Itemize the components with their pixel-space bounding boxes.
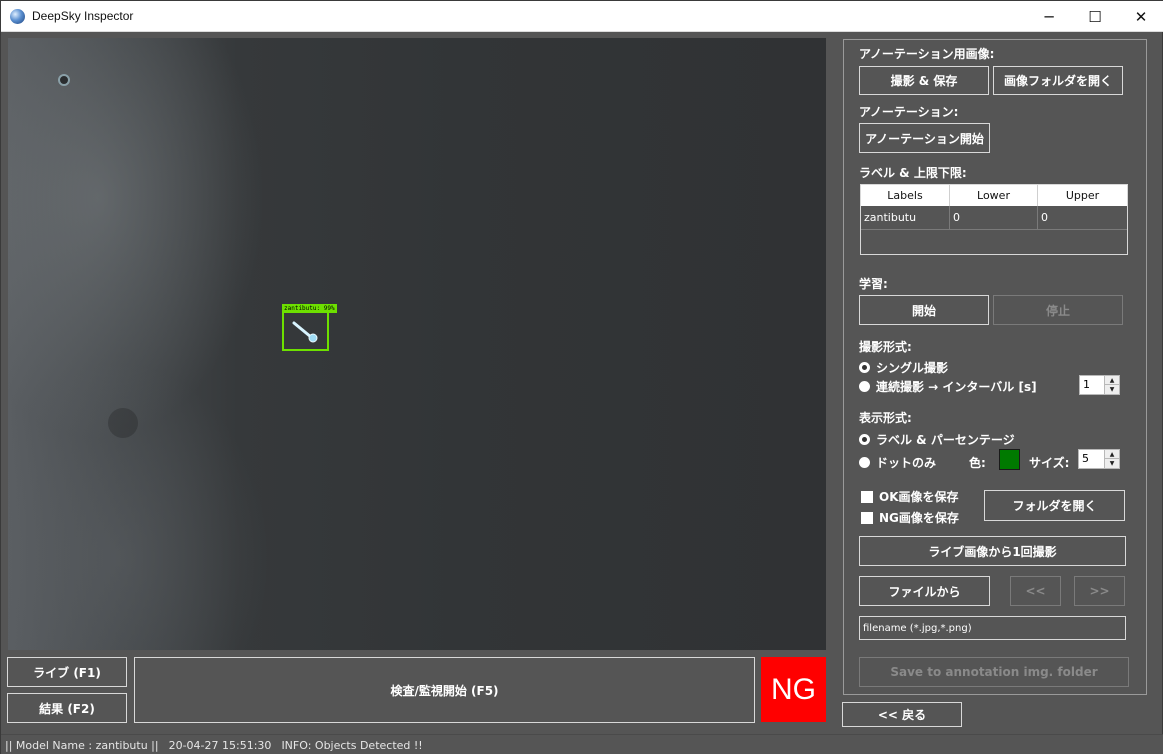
stepper-arrows: ▲ ▼ — [1104, 450, 1119, 468]
filename-field[interactable]: filename (*.jpg,*.png) — [859, 616, 1126, 640]
open-folder-button[interactable]: フォルダを開く — [984, 490, 1125, 521]
open-image-folder-button[interactable]: 画像フォルダを開く — [993, 66, 1123, 95]
stepper-down-icon[interactable]: ▼ — [1105, 459, 1119, 468]
close-button[interactable]: ✕ — [1118, 1, 1163, 32]
size-label: サイズ: — [1029, 456, 1070, 470]
option-label: ドットのみ — [876, 456, 937, 470]
from-file-button[interactable]: ファイルから — [859, 576, 990, 606]
radio-button[interactable] — [859, 457, 870, 468]
column-header[interactable]: Lower — [950, 185, 1038, 206]
prev-file-button[interactable]: << — [1010, 576, 1061, 606]
window-title: DeepSky Inspector — [32, 9, 134, 23]
table-cell[interactable]: 0 — [950, 206, 1038, 230]
app-window: DeepSky Inspector ─ ☐ ✕ zantibutu: 99% ラ… — [0, 0, 1163, 754]
live-button[interactable]: ライブ (F1) — [7, 657, 127, 687]
checkbox[interactable] — [861, 511, 873, 524]
train-start-button[interactable]: 開始 — [859, 295, 989, 325]
capture-mode-heading: 撮影形式: — [859, 340, 912, 354]
train-stop-button[interactable]: 停止 — [993, 295, 1123, 325]
annotation-heading: アノーテーション: — [859, 105, 959, 119]
annotation-start-button[interactable]: アノーテーション開始 — [859, 123, 990, 153]
size-stepper[interactable]: 5 ▲ ▼ — [1078, 449, 1120, 469]
option-label: ラベル & パーセンテージ — [876, 433, 1015, 447]
checkbox-label: OK画像を保存 — [879, 490, 959, 504]
status-timestamp: 20-04-27 15:51:30 — [168, 738, 272, 752]
result-button[interactable]: 結果 (F2) — [7, 693, 127, 723]
camera-view[interactable]: zantibutu: 99% — [8, 38, 826, 650]
labels-limits-heading: ラベル & 上限下限: — [859, 166, 967, 180]
stepper-up-icon[interactable]: ▲ — [1105, 450, 1119, 459]
interval-value[interactable]: 1 — [1083, 378, 1090, 391]
inspect-start-button[interactable]: 検査/監視開始 (F5) — [134, 657, 755, 723]
table-cell[interactable]: zantibutu — [861, 206, 950, 230]
color-label: 色: — [969, 456, 986, 470]
size-value[interactable]: 5 — [1082, 452, 1089, 465]
column-header[interactable]: Upper — [1038, 185, 1127, 206]
save-ng-checkbox[interactable]: NG画像を保存 — [861, 509, 959, 526]
radio-button[interactable] — [859, 381, 870, 392]
next-file-button[interactable]: >> — [1074, 576, 1125, 606]
detected-object — [292, 321, 318, 343]
back-button[interactable]: << 戻る — [842, 702, 962, 727]
capture-save-button[interactable]: 撮影 & 保存 — [859, 66, 989, 95]
stepper-down-icon[interactable]: ▼ — [1105, 385, 1119, 394]
dot-color-swatch[interactable] — [999, 449, 1020, 470]
save-annotation-button[interactable]: Save to annotation img. folder — [859, 657, 1129, 687]
globe-icon — [10, 9, 25, 24]
save-ok-checkbox[interactable]: OK画像を保存 — [861, 488, 959, 505]
capture-once-button[interactable]: ライブ画像から1回撮影 — [859, 536, 1126, 566]
annotation-image-heading: アノーテーション用画像: — [859, 47, 995, 61]
status-bar: || Model Name : zantibutu || 20-04-27 15… — [1, 734, 1163, 754]
status-info: INFO: Objects Detected !! — [281, 738, 423, 752]
maximize-button[interactable]: ☐ — [1072, 1, 1118, 32]
capture-continuous-option[interactable]: 連続撮影 → インターバル [s] — [859, 378, 1037, 395]
display-dots-option[interactable]: ドットのみ — [859, 454, 936, 471]
stepper-up-icon[interactable]: ▲ — [1105, 376, 1119, 385]
radio-button[interactable] — [859, 434, 870, 445]
radio-button[interactable] — [859, 362, 870, 373]
option-label: シングル撮影 — [876, 361, 949, 375]
training-heading: 学習: — [859, 277, 888, 291]
table-header: Labels Lower Upper — [861, 185, 1127, 206]
display-mode-heading: 表示形式: — [859, 411, 912, 425]
option-label: 連続撮影 → インターバル [s] — [876, 380, 1037, 394]
surface-mark — [108, 408, 138, 438]
capture-single-option[interactable]: シングル撮影 — [859, 359, 948, 376]
checkbox-label: NG画像を保存 — [879, 511, 959, 525]
title-bar: DeepSky Inspector ─ ☐ ✕ — [1, 1, 1163, 32]
display-label-percent-option[interactable]: ラベル & パーセンテージ — [859, 431, 1015, 448]
status-model: || Model Name : zantibutu || — [5, 738, 159, 752]
verdict-indicator: NG — [761, 657, 826, 722]
interval-stepper[interactable]: 1 ▲ ▼ — [1079, 375, 1120, 395]
stepper-arrows: ▲ ▼ — [1104, 376, 1119, 394]
column-header[interactable]: Labels — [861, 185, 950, 206]
table-cell[interactable]: 0 — [1038, 206, 1127, 230]
labels-table[interactable]: Labels Lower Upper zantibutu 0 0 — [860, 184, 1128, 255]
minimize-button[interactable]: ─ — [1026, 1, 1072, 32]
surface-mark — [58, 74, 70, 86]
checkbox[interactable] — [861, 490, 873, 503]
